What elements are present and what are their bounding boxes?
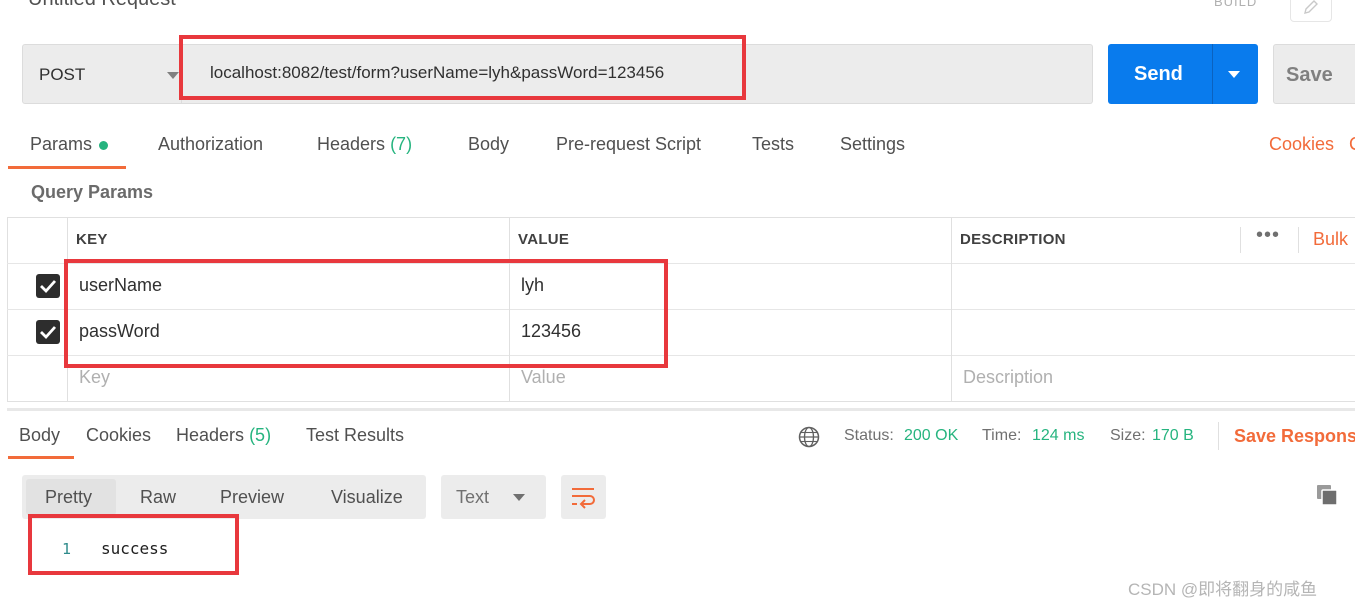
- chevron-down-icon[interactable]: [1228, 71, 1240, 78]
- tab-body[interactable]: Body: [468, 134, 509, 155]
- view-tab-visualize[interactable]: Visualize: [331, 487, 403, 508]
- response-headers-count: (5): [249, 425, 272, 445]
- time-value[interactable]: 124 ms: [1032, 427, 1084, 445]
- column-header-value: VALUE: [518, 231, 570, 248]
- new-key-input[interactable]: Key: [79, 367, 110, 388]
- tab-headers[interactable]: Headers (7): [317, 134, 412, 155]
- tab-settings[interactable]: Settings: [840, 134, 905, 155]
- checkmark-icon: [40, 326, 57, 340]
- edit-button[interactable]: [1290, 0, 1332, 22]
- annotation-box-params: [64, 259, 668, 368]
- response-tab-test-results[interactable]: Test Results: [306, 425, 404, 446]
- query-params-title: Query Params: [31, 182, 154, 202]
- new-value-input[interactable]: Value: [521, 367, 566, 388]
- format-select[interactable]: Text: [441, 475, 546, 519]
- request-title[interactable]: Untitled Request: [28, 0, 176, 11]
- checkmark-icon: [40, 280, 57, 294]
- status-divider: [1218, 422, 1219, 450]
- active-response-tab-underline: [8, 456, 74, 459]
- send-label: Send: [1134, 63, 1183, 85]
- header-divider: [1240, 227, 1241, 253]
- size-label: Size:: [1110, 427, 1146, 444]
- view-tab-pretty[interactable]: Pretty: [45, 487, 92, 508]
- method-select[interactable]: POST: [22, 44, 182, 104]
- param-checkbox[interactable]: [36, 274, 60, 298]
- col-divider: [951, 217, 952, 402]
- time-label: Time:: [982, 427, 1022, 444]
- tab-authorization[interactable]: Authorization: [158, 134, 263, 155]
- tab-pre-request-script[interactable]: Pre-request Script: [556, 134, 701, 155]
- param-checkbox[interactable]: [36, 320, 60, 344]
- header-divider: [1298, 227, 1299, 253]
- watermark: CSDN @即将翻身的咸鱼: [1128, 580, 1318, 599]
- response-tab-body[interactable]: Body: [19, 425, 60, 446]
- annotation-box-response: [28, 514, 239, 575]
- bulk-edit-link[interactable]: Bulk: [1313, 229, 1348, 250]
- status-value[interactable]: 200 OK: [904, 427, 958, 445]
- code-link[interactable]: C: [1349, 134, 1355, 155]
- cookies-link[interactable]: Cookies: [1269, 134, 1334, 155]
- save-button[interactable]: Save: [1273, 44, 1355, 104]
- active-tab-underline: [8, 166, 126, 169]
- copy-icon[interactable]: [1316, 484, 1338, 506]
- chevron-down-icon: [513, 494, 525, 501]
- wrap-lines-icon: [572, 488, 595, 509]
- tab-params[interactable]: Params: [30, 134, 109, 155]
- headers-count: (7): [390, 134, 413, 154]
- send-button[interactable]: Send: [1108, 44, 1258, 104]
- chevron-down-icon: [167, 72, 179, 79]
- tab-tests[interactable]: Tests: [752, 134, 794, 155]
- method-label: POST: [39, 65, 86, 84]
- annotation-box-url: [179, 35, 746, 100]
- format-label: Text: [456, 487, 490, 507]
- view-tab-preview[interactable]: Preview: [220, 487, 284, 508]
- response-divider[interactable]: [7, 408, 1355, 411]
- params-indicator-dot: [99, 140, 109, 150]
- size-value[interactable]: 170 B: [1152, 427, 1194, 445]
- new-description-input[interactable]: Description: [963, 367, 1053, 388]
- response-tab-cookies[interactable]: Cookies: [86, 425, 151, 446]
- more-options-icon[interactable]: •••: [1256, 224, 1280, 247]
- build-label[interactable]: BUILD: [1214, 0, 1257, 9]
- save-response-button[interactable]: Save Response: [1234, 426, 1355, 447]
- send-divider: [1212, 44, 1213, 104]
- save-label: Save: [1286, 64, 1333, 86]
- globe-icon[interactable]: [798, 426, 820, 448]
- status-label: Status:: [844, 427, 894, 444]
- column-header-description: DESCRIPTION: [960, 231, 1066, 248]
- pencil-icon: [1304, 0, 1318, 14]
- response-tab-headers[interactable]: Headers (5): [176, 425, 271, 446]
- view-tab-raw[interactable]: Raw: [140, 487, 176, 508]
- column-header-key: KEY: [76, 231, 108, 248]
- wrap-lines-button[interactable]: [561, 475, 606, 519]
